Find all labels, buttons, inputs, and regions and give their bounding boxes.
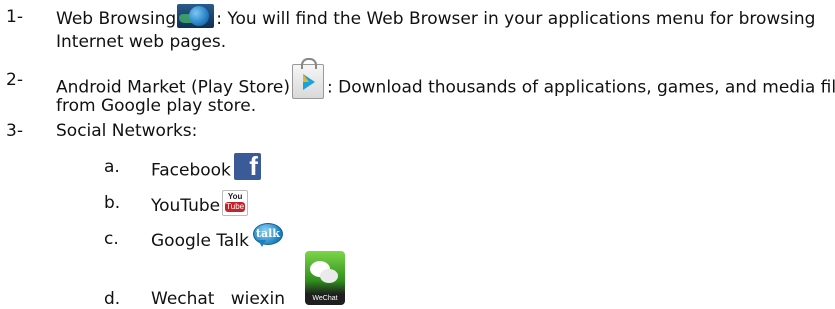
sub-item-a-label: Facebook xyxy=(151,160,231,181)
sub-item-b: YouTube You Tube xyxy=(151,190,249,219)
wechat-icon-label: WeChat xyxy=(312,295,338,302)
sub-item-c-label: Google Talk xyxy=(151,231,249,251)
item-1-label: Web Browsing xyxy=(56,9,177,29)
item-1-line: Web Browsing : You will find the Web Brow… xyxy=(56,4,816,31)
item-2-description: : Download thousands of applications, ga… xyxy=(327,77,835,98)
item-1-number: 1- xyxy=(6,7,23,27)
item-3-label: Social Networks: xyxy=(56,121,198,141)
sub-item-a: Facebook f xyxy=(151,153,261,184)
play-store-icon xyxy=(292,58,325,99)
item-1-description: : You will find the Web Browser in your … xyxy=(216,9,816,29)
item-3-number: 3- xyxy=(6,121,23,141)
item-1-continuation: Internet web pages. xyxy=(56,32,227,52)
wechat-icon: WeChat xyxy=(305,251,345,305)
web-browser-icon xyxy=(177,4,215,28)
youtube-icon: You Tube xyxy=(222,190,249,216)
sub-item-d-letter: d. xyxy=(104,289,121,309)
sub-item-b-letter: b. xyxy=(104,193,121,213)
google-talk-icon: talk xyxy=(252,223,283,247)
sub-item-d-label: Wechat wiexin xyxy=(151,289,286,309)
facebook-icon: f xyxy=(233,153,261,180)
item-2-continuation: from Google play store. xyxy=(56,96,257,116)
sub-item-c-letter: c. xyxy=(104,229,119,249)
sub-item-c: Google Talk talk xyxy=(151,223,283,253)
item-2-label: Android Market (Play Store) xyxy=(56,77,291,98)
item-2-number: 2- xyxy=(6,70,23,90)
sub-item-b-label: YouTube xyxy=(151,196,221,216)
sub-item-a-letter: a. xyxy=(104,157,120,177)
